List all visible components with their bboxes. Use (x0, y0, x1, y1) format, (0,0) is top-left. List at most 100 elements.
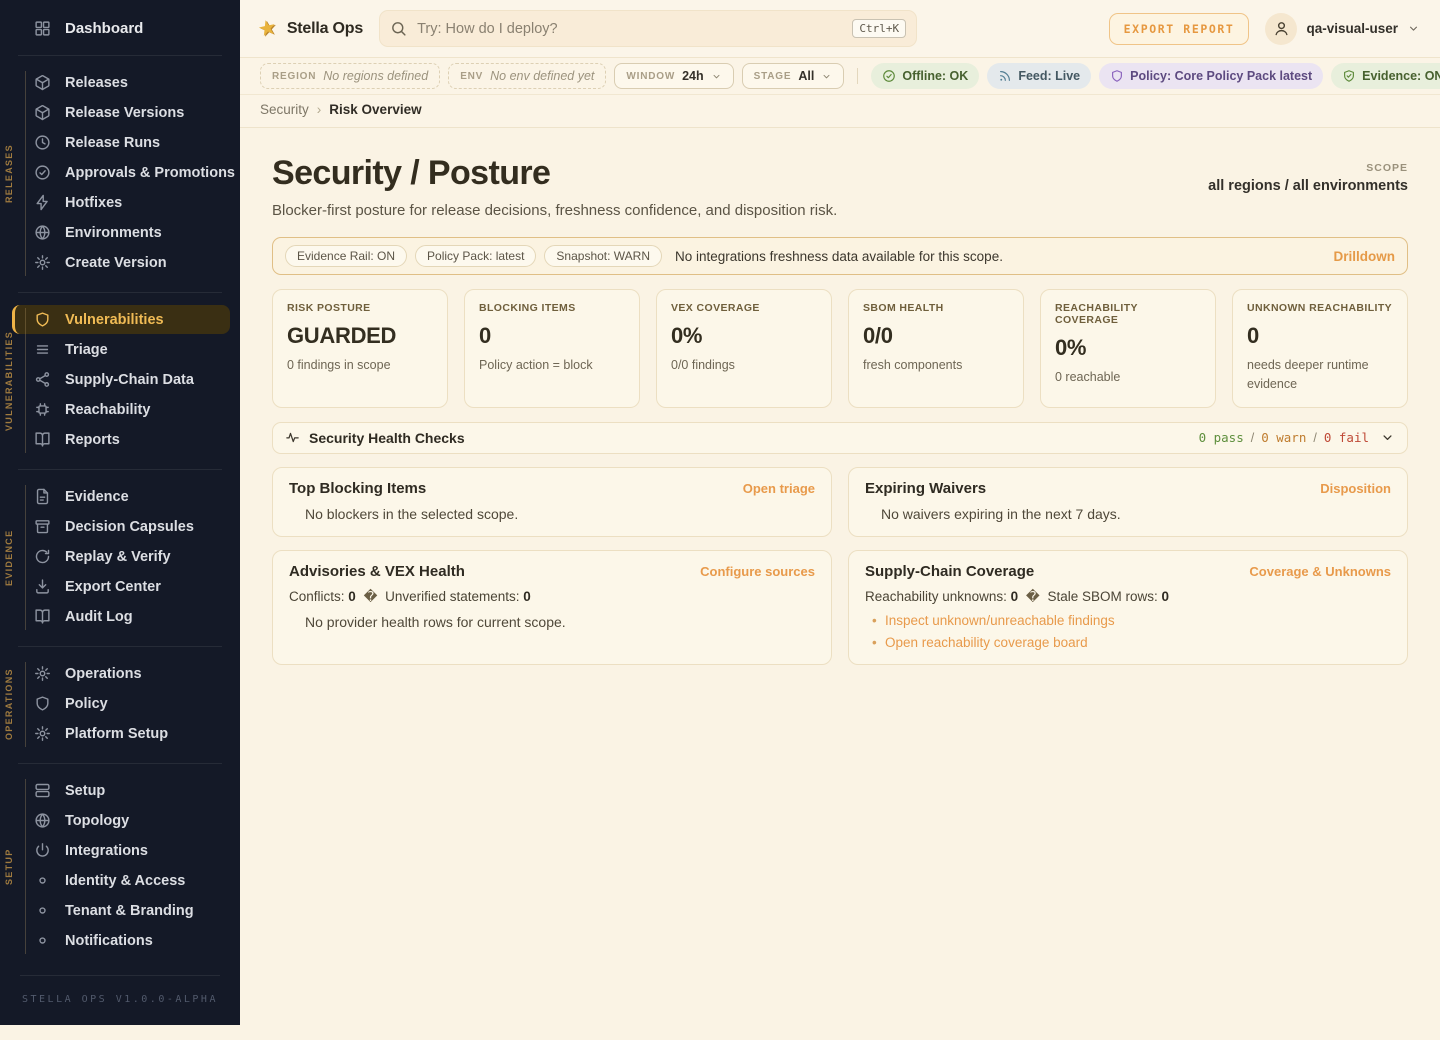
sidebar-item-export-center[interactable]: Export Center (0, 572, 230, 601)
global-search[interactable]: Ctrl+K (379, 10, 917, 47)
card-title: Expiring Waivers (865, 480, 986, 497)
search-input[interactable] (417, 21, 842, 37)
card-action-configure-sources[interactable]: Configure sources (700, 564, 815, 579)
status-pill-label: Offline: OK (902, 69, 968, 83)
archive-icon (34, 518, 51, 535)
chevron-down-icon[interactable] (1380, 430, 1395, 445)
status-pill-policy-core-policy-pack-latest[interactable]: Policy: Core Policy Pack latest (1099, 63, 1323, 89)
health-count-separator: / (1251, 431, 1254, 445)
sidebar-item-release-versions[interactable]: Release Versions (0, 98, 230, 127)
dot-icon (34, 902, 51, 919)
card-stats: Reachability unknowns: 0 � Stale SBOM ro… (865, 589, 1391, 605)
breadcrumb-item-security[interactable]: Security (260, 102, 309, 117)
sidebar-item-reports[interactable]: Reports (0, 425, 230, 454)
sidebar-item-label: Release Runs (65, 135, 160, 151)
globe-icon (34, 224, 51, 241)
filter-window[interactable]: WINDOW24h (614, 63, 733, 89)
banner-pill-policy-pack-latest: Policy Pack: latest (415, 245, 536, 267)
sidebar-item-label: Replay & Verify (65, 549, 171, 565)
filter-stage[interactable]: STAGEAll (742, 63, 845, 89)
metric-sub: needs deeper runtime evidence (1247, 356, 1393, 395)
sidebar-section-operations: OPERATIONS Operations Policy Platform Setup (0, 646, 240, 763)
sidebar-item-approvals-promotions[interactable]: Approvals & Promotions (0, 158, 230, 187)
sidebar-item-audit-log[interactable]: Audit Log (0, 602, 230, 631)
metric-sub: 0 findings in scope (287, 356, 433, 375)
power-icon (34, 842, 51, 859)
sidebar-item-label: Reachability (65, 402, 150, 418)
metric-card-risk-posture: RISK POSTUREGUARDED0 findings in scope (272, 289, 448, 408)
cards-row-2: Advisories & VEX HealthConfigure sources… (272, 550, 1408, 665)
sidebar-item-policy[interactable]: Policy (0, 689, 230, 718)
sidebar-item-integrations[interactable]: Integrations (0, 836, 230, 865)
sidebar-item-setup[interactable]: Setup (0, 776, 230, 805)
sidebar-item-vulnerabilities[interactable]: Vulnerabilities (12, 305, 230, 334)
sidebar-item-environments[interactable]: Environments (0, 218, 230, 247)
card-empty-text: No waivers expiring in the next 7 days. (865, 506, 1391, 522)
status-pill-offline-ok[interactable]: Offline: OK (871, 63, 979, 89)
card-action-disposition[interactable]: Disposition (1320, 481, 1391, 496)
banner-message: No integrations freshness data available… (675, 249, 1003, 264)
check-circle-icon (882, 69, 896, 83)
sidebar-footer: STELLA OPS V1.0.0-ALPHA (0, 975, 240, 1025)
health-count-separator: / (1313, 431, 1316, 445)
export-report-button[interactable]: EXPORT REPORT (1109, 13, 1250, 45)
drilldown-link[interactable]: Drilldown (1334, 249, 1396, 264)
sidebar-item-label: Dashboard (65, 20, 143, 37)
sidebar: Dashboard RELEASESReleasesRelease Versio… (0, 0, 240, 1025)
status-pill-label: Policy: Core Policy Pack latest (1130, 69, 1312, 83)
filter-bar: REGIONNo regions defined ENVNo env define… (240, 58, 1440, 95)
card-header: Top Blocking ItemsOpen triage (289, 480, 815, 497)
sidebar-item-notifications[interactable]: Notifications (0, 926, 230, 955)
sidebar-item-dashboard[interactable]: Dashboard (0, 14, 230, 43)
shield-check-icon (1342, 69, 1356, 83)
filter-value: 24h (682, 69, 704, 83)
user-menu[interactable]: qa-visual-user (1265, 13, 1420, 45)
scope-label: SCOPE (1208, 162, 1408, 174)
sidebar-item-label: Operations (65, 666, 142, 682)
sidebar-item-operations[interactable]: Operations (0, 659, 230, 688)
filter-label: ENV (460, 71, 483, 82)
sidebar-item-replay-verify[interactable]: Replay & Verify (0, 542, 230, 571)
card-bullet-link-open-reachability-coverage-board[interactable]: Open reachability coverage board (885, 635, 1088, 650)
book-icon (34, 608, 51, 625)
metric-value: 0% (671, 323, 817, 349)
sidebar-item-label: Platform Setup (65, 726, 168, 742)
card-action-open-triage[interactable]: Open triage (743, 481, 815, 496)
card-bullet-link-inspect-unknown-unreachable-findings[interactable]: Inspect unknown/unreachable findings (885, 613, 1115, 628)
card-action-coverage-unknowns[interactable]: Coverage & Unknowns (1249, 564, 1391, 579)
sidebar-section-releases: RELEASESReleasesRelease VersionsRelease … (0, 55, 240, 292)
metric-label: SBOM HEALTH (863, 302, 1009, 314)
status-pill-label: Evidence: ON (1362, 69, 1440, 83)
metric-value: 0 (1247, 323, 1393, 349)
sidebar-item-tenant-branding[interactable]: Tenant & Branding (0, 896, 230, 925)
sidebar-item-hotfixes[interactable]: Hotfixes (0, 188, 230, 217)
sidebar-item-triage[interactable]: Triage (0, 335, 230, 364)
sidebar-dashboard-section: Dashboard (0, 0, 240, 55)
filter-region[interactable]: REGIONNo regions defined (260, 63, 440, 89)
page-header: Security / Posture Blocker-first posture… (272, 154, 1408, 219)
sidebar-item-decision-capsules[interactable]: Decision Capsules (0, 512, 230, 541)
dot-icon (34, 872, 51, 889)
sidebar-item-identity-access[interactable]: Identity & Access (0, 866, 230, 895)
card-stats: Conflicts: 0 � Unverified statements: 0 (289, 589, 815, 605)
filter-env[interactable]: ENVNo env defined yet (448, 63, 606, 89)
sidebar-item-evidence[interactable]: Evidence (0, 482, 230, 511)
status-pill-evidence-on[interactable]: Evidence: ON (1331, 63, 1440, 89)
sidebar-section-vulnerabilities: VULNERABILITIESVulnerabilitiesTriageSupp… (0, 292, 240, 469)
sidebar-item-topology[interactable]: Topology (0, 806, 230, 835)
sidebar-item-platform-setup[interactable]: Platform Setup (0, 719, 230, 748)
chevron-down-icon (1407, 22, 1420, 35)
banner-pill-snapshot-warn: Snapshot: WARN (544, 245, 662, 267)
metric-label: BLOCKING ITEMS (479, 302, 625, 314)
sidebar-item-create-version[interactable]: Create Version (0, 248, 230, 277)
sidebar-item-release-runs[interactable]: Release Runs (0, 128, 230, 157)
sidebar-item-reachability[interactable]: Reachability (0, 395, 230, 424)
status-pill-feed-live[interactable]: Feed: Live (987, 63, 1091, 89)
sidebar-item-supply-chain-data[interactable]: Supply-Chain Data (0, 365, 230, 394)
metric-label: VEX COVERAGE (671, 302, 817, 314)
security-health-checks-bar[interactable]: Security Health Checks 0 pass/0 warn/0 f… (272, 422, 1408, 454)
stats-separator: � (364, 589, 378, 604)
sidebar-item-releases[interactable]: Releases (0, 68, 230, 97)
sidebar-section-label: OPERATIONS (4, 646, 14, 763)
refresh-icon (34, 548, 51, 565)
